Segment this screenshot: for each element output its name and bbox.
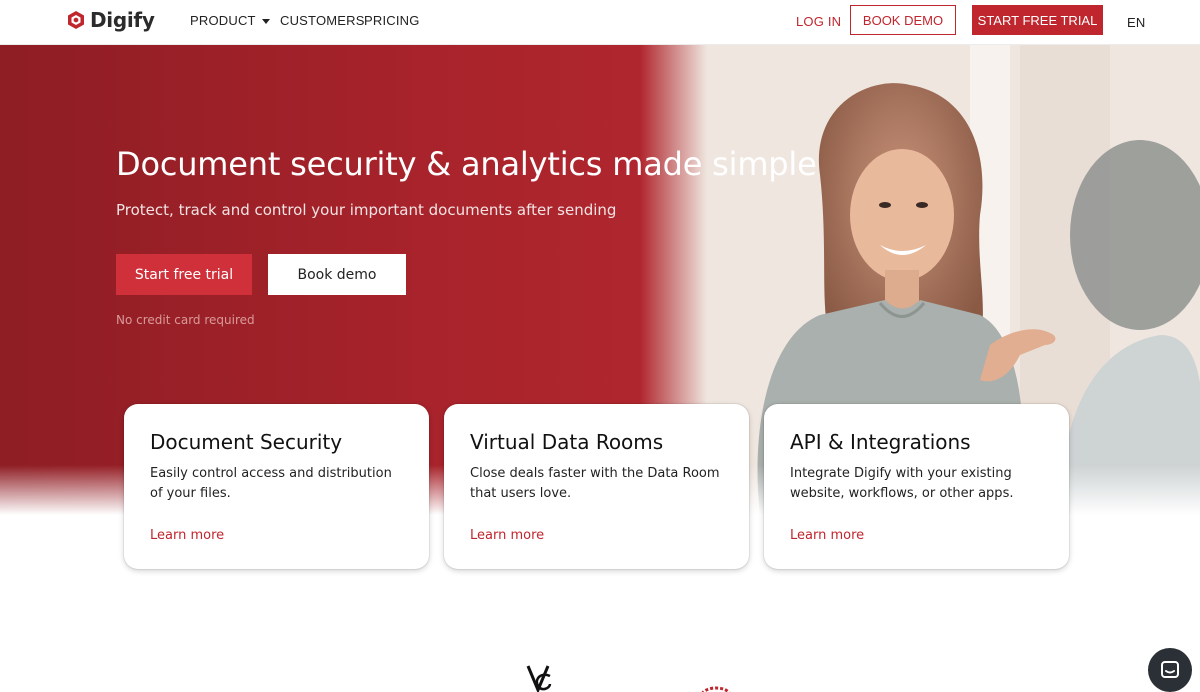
book-demo-button[interactable]: BOOK DEMO — [850, 5, 956, 35]
nav-customers-link[interactable]: CUSTOMERS — [280, 13, 365, 28]
chat-icon — [1161, 661, 1179, 678]
hero-start-trial-button[interactable]: Start free trial — [116, 254, 252, 295]
nav-product-label: PRODUCT — [190, 13, 256, 28]
customer-logo-stripes — [701, 686, 731, 692]
card-title: Virtual Data Rooms — [470, 430, 664, 454]
card-title: API & Integrations — [790, 430, 971, 454]
card-title: Document Security — [150, 430, 343, 454]
card-api-integrations: API & Integrations Integrate Digify with… — [764, 404, 1069, 569]
login-link[interactable]: LOG IN — [796, 14, 841, 29]
no-credit-card-note: No credit card required — [116, 313, 255, 327]
learn-more-link[interactable]: Learn more — [150, 528, 224, 543]
hero-title: Document security & analytics made simpl… — [116, 145, 817, 183]
chat-widget-button[interactable] — [1148, 648, 1192, 692]
card-document-security: Document Security Easily control access … — [124, 404, 429, 569]
learn-more-link[interactable]: Learn more — [790, 528, 864, 543]
nav-pricing-link[interactable]: PRICING — [364, 13, 420, 28]
learn-more-link[interactable]: Learn more — [470, 528, 544, 543]
start-free-trial-button[interactable]: START FREE TRIAL — [972, 5, 1103, 35]
caret-down-icon — [261, 18, 270, 24]
card-description: Close deals faster with the Data Room th… — [470, 466, 720, 501]
card-description: Easily control access and distribution o… — [150, 466, 392, 501]
hero-book-demo-button[interactable]: Book demo — [268, 254, 406, 295]
card-virtual-data-rooms: Virtual Data Rooms Close deals faster wi… — [444, 404, 749, 569]
hexagon-logo-icon — [68, 11, 84, 29]
nav-product-menu[interactable]: PRODUCT — [190, 13, 270, 28]
hero-subtitle: Protect, track and control your importan… — [116, 201, 617, 219]
top-navigation: Digify PRODUCT CUSTOMERS PRICING LOG IN … — [0, 0, 1200, 45]
card-description: Integrate Digify with your existing webs… — [790, 466, 1014, 501]
customer-logo-monogram — [526, 665, 552, 692]
digify-logo[interactable]: Digify — [66, 8, 155, 32]
language-selector[interactable]: EN — [1127, 15, 1145, 30]
brand-name: Digify — [90, 8, 155, 32]
